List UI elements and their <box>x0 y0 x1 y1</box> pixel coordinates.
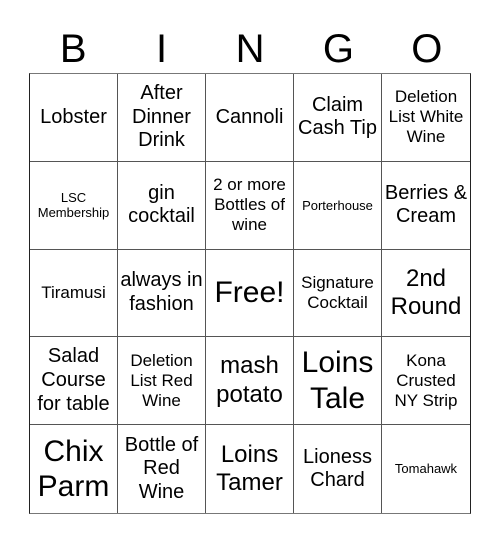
bingo-cell[interactable]: Tiramusi <box>30 249 118 338</box>
bingo-cell[interactable]: Salad Course for table <box>30 337 118 426</box>
bingo-header: B I N G O <box>29 26 471 73</box>
bingo-cell[interactable]: Deletion List Red Wine <box>118 337 206 426</box>
bingo-cell[interactable]: LSC Membership <box>30 161 118 250</box>
header-letter-g: G <box>322 27 354 71</box>
bingo-cell[interactable]: Berries & Cream <box>382 162 470 250</box>
bingo-cell[interactable]: 2nd Round <box>382 250 470 338</box>
bingo-cell[interactable]: Deletion List White Wine <box>382 74 470 162</box>
bingo-cell[interactable]: 2 or more Bottles of wine <box>206 161 294 250</box>
bingo-cell[interactable]: Bottle of Red Wine <box>118 425 206 513</box>
header-letter-n: N <box>235 27 265 71</box>
bingo-cell[interactable]: Loins Tamer <box>206 425 294 513</box>
header-letter-i: I <box>156 27 168 71</box>
bingo-cell[interactable]: Claim Cash Tip <box>294 74 382 162</box>
bingo-cell[interactable]: mash potato <box>206 337 294 426</box>
bingo-cell[interactable]: Chix Parm <box>30 425 118 513</box>
bingo-cell[interactable]: always in fashion <box>118 249 206 338</box>
bingo-cell[interactable]: gin cocktail <box>118 161 206 250</box>
bingo-cell[interactable]: Cannoli <box>206 74 294 162</box>
free-space-cell[interactable]: Free! <box>206 249 294 338</box>
bingo-cell[interactable]: Tomahawk <box>382 425 470 513</box>
bingo-cell[interactable]: Loins Tale <box>294 337 382 426</box>
bingo-cell[interactable]: Porterhouse <box>294 161 382 250</box>
bingo-cell[interactable]: Lobster <box>30 74 118 162</box>
bingo-cell[interactable]: After Dinner Drink <box>118 74 206 162</box>
bingo-cell[interactable]: Signature Cocktail <box>294 249 382 338</box>
header-letter-o: O <box>411 27 443 71</box>
header-letter-b: B <box>59 27 87 71</box>
bingo-grid: Lobster After Dinner Drink Cannoli Claim… <box>29 73 471 514</box>
bingo-cell[interactable]: Lioness Chard <box>294 425 382 513</box>
bingo-cell[interactable]: Kona Crusted NY Strip <box>382 337 470 426</box>
